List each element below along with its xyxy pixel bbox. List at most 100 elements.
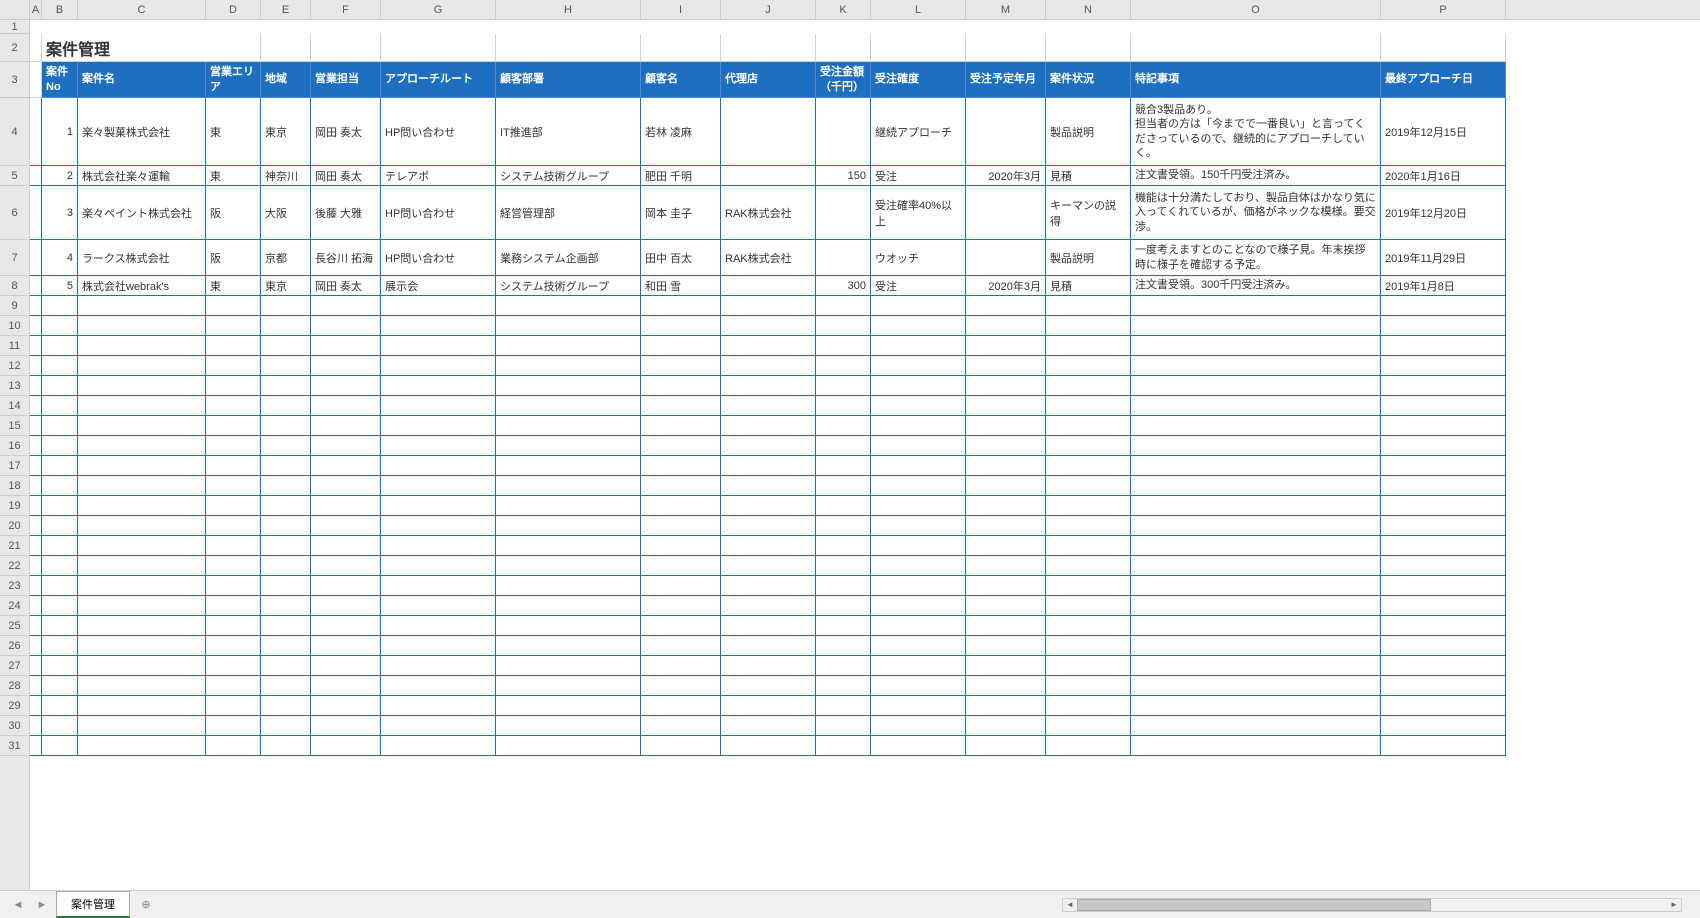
cell[interactable] xyxy=(641,376,721,396)
row-header-11[interactable]: 11 xyxy=(0,336,29,356)
col-header-L[interactable]: L xyxy=(871,0,966,19)
cell[interactable] xyxy=(261,616,311,636)
row-header-23[interactable]: 23 xyxy=(0,576,29,596)
cell[interactable] xyxy=(311,576,381,596)
cell-amount[interactable]: 300 xyxy=(816,276,871,296)
cell[interactable] xyxy=(816,736,871,756)
cell[interactable] xyxy=(78,556,206,576)
cell[interactable] xyxy=(381,696,496,716)
cell-rep[interactable]: 長谷川 拓海 xyxy=(311,240,381,276)
cell[interactable] xyxy=(30,436,42,456)
cell[interactable] xyxy=(966,416,1046,436)
cell[interactable] xyxy=(721,536,816,556)
cell[interactable] xyxy=(78,316,206,336)
cell[interactable] xyxy=(496,376,641,396)
row-header-31[interactable]: 31 xyxy=(0,736,29,756)
cell[interactable] xyxy=(721,336,816,356)
cell[interactable] xyxy=(1131,356,1381,376)
cell[interactable] xyxy=(641,636,721,656)
cell[interactable] xyxy=(1046,34,1131,62)
cell[interactable] xyxy=(78,656,206,676)
cell[interactable] xyxy=(30,616,42,636)
cell[interactable] xyxy=(78,596,206,616)
cell[interactable] xyxy=(261,676,311,696)
add-sheet-icon[interactable]: ⊕ xyxy=(134,895,158,915)
cell[interactable] xyxy=(78,576,206,596)
cell[interactable] xyxy=(30,20,42,34)
cell[interactable] xyxy=(871,416,966,436)
cell[interactable] xyxy=(1381,676,1506,696)
cell[interactable] xyxy=(1131,676,1381,696)
cell[interactable] xyxy=(641,736,721,756)
cell[interactable] xyxy=(261,20,311,34)
cell[interactable] xyxy=(871,356,966,376)
cell[interactable] xyxy=(871,476,966,496)
cell[interactable] xyxy=(871,556,966,576)
cell[interactable] xyxy=(966,496,1046,516)
cell[interactable] xyxy=(966,716,1046,736)
cell[interactable] xyxy=(1131,296,1381,316)
cell[interactable] xyxy=(1381,456,1506,476)
cell[interactable] xyxy=(871,656,966,676)
cell-no[interactable]: 5 xyxy=(42,276,78,296)
cell[interactable] xyxy=(78,496,206,516)
col-header-K[interactable]: K xyxy=(816,0,871,19)
cell[interactable] xyxy=(1381,636,1506,656)
cell[interactable] xyxy=(42,316,78,336)
cell[interactable] xyxy=(721,436,816,456)
cell[interactable] xyxy=(871,376,966,396)
cell[interactable] xyxy=(871,20,966,34)
col-header-E[interactable]: E xyxy=(261,0,311,19)
cell[interactable] xyxy=(966,376,1046,396)
cell[interactable] xyxy=(871,496,966,516)
row-header-20[interactable]: 20 xyxy=(0,516,29,536)
cell[interactable] xyxy=(721,696,816,716)
cell-rep[interactable]: 岡田 奏太 xyxy=(311,166,381,186)
cell[interactable] xyxy=(871,456,966,476)
cell[interactable] xyxy=(496,656,641,676)
cell[interactable] xyxy=(871,396,966,416)
cell[interactable] xyxy=(871,636,966,656)
cell-last[interactable]: 2019年11月29日 xyxy=(1381,240,1506,276)
cell[interactable] xyxy=(721,636,816,656)
cell[interactable] xyxy=(311,516,381,536)
cell[interactable] xyxy=(641,416,721,436)
cell[interactable] xyxy=(42,416,78,436)
cell[interactable] xyxy=(1381,436,1506,456)
cell[interactable] xyxy=(641,676,721,696)
cell[interactable] xyxy=(381,416,496,436)
row-header-24[interactable]: 24 xyxy=(0,596,29,616)
cell[interactable] xyxy=(871,576,966,596)
cell[interactable] xyxy=(78,376,206,396)
cell[interactable] xyxy=(871,336,966,356)
cell[interactable] xyxy=(42,656,78,676)
cell-last[interactable]: 2019年12月15日 xyxy=(1381,98,1506,166)
cell[interactable] xyxy=(261,736,311,756)
cell-region[interactable]: 東京 xyxy=(261,98,311,166)
cell[interactable] xyxy=(496,34,641,62)
cell[interactable] xyxy=(206,336,261,356)
cell[interactable] xyxy=(311,456,381,476)
cell-dept[interactable]: システム技術グループ xyxy=(496,166,641,186)
cell[interactable] xyxy=(381,656,496,676)
cell[interactable] xyxy=(206,356,261,376)
cell[interactable] xyxy=(1381,296,1506,316)
cell[interactable] xyxy=(261,496,311,516)
cell[interactable] xyxy=(311,616,381,636)
cell[interactable] xyxy=(966,596,1046,616)
cell[interactable] xyxy=(381,516,496,536)
cell[interactable] xyxy=(1381,536,1506,556)
cell[interactable] xyxy=(966,576,1046,596)
cell[interactable] xyxy=(1381,476,1506,496)
cell-last[interactable]: 2019年1月8日 xyxy=(1381,276,1506,296)
cell[interactable] xyxy=(1046,496,1131,516)
cell[interactable] xyxy=(871,616,966,636)
cell[interactable] xyxy=(721,296,816,316)
cell[interactable] xyxy=(30,62,42,98)
select-all-corner[interactable] xyxy=(0,0,30,20)
cell[interactable] xyxy=(1046,396,1131,416)
cell[interactable] xyxy=(816,576,871,596)
cell[interactable] xyxy=(311,596,381,616)
cell[interactable] xyxy=(206,736,261,756)
cell-name[interactable]: 株式会社楽々運輸 xyxy=(78,166,206,186)
